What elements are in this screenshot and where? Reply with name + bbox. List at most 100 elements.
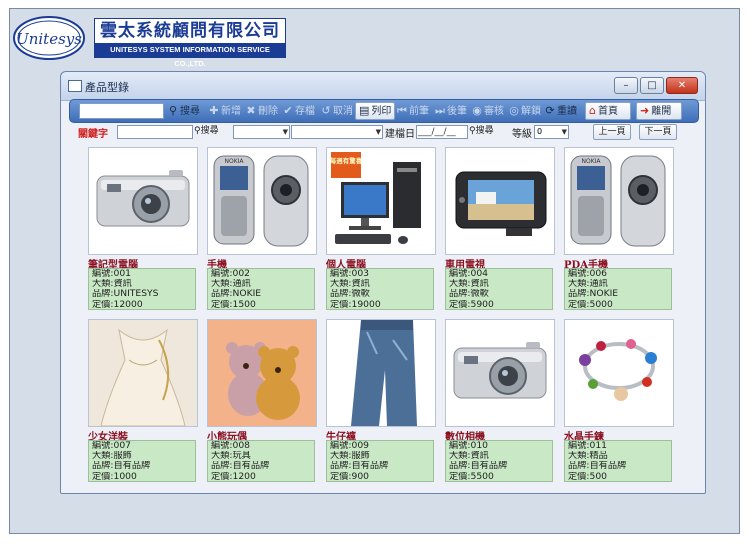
camera-icon bbox=[96, 170, 190, 227]
toolbar-search-input[interactable] bbox=[79, 103, 164, 119]
home-icon: ⌂ bbox=[589, 104, 596, 117]
product-card[interactable]: 小熊玩偶 編號:008 大類:玩具 品牌:自有品牌 定價:1200 bbox=[207, 319, 317, 484]
next-record-icon: ⏭ bbox=[435, 104, 445, 117]
date-input[interactable]: ___/__/__ bbox=[416, 125, 468, 139]
toolbar-print-button[interactable]: ▤ 列印 bbox=[355, 102, 395, 120]
product-info: 編號:001 大類:資訊 品牌:UNITESYS 定價:12000 bbox=[88, 268, 196, 310]
lock-icon: ◉ bbox=[472, 104, 482, 117]
toolbar: ⚲ 搜尋 ✚ 新增 ✖ 刪除 ✔ 存檔 ↺ 取消 ▤ 列印 ⏮ 前筆 ⏭ 後筆 ◉ 審核 ◎ 解鎖 … bbox=[69, 99, 699, 123]
company-english-name: UNITESYS SYSTEM INFORMATION SERVICE CO.,… bbox=[95, 43, 285, 68]
company-name: 雲太系統顧問有限公司 bbox=[100, 21, 280, 41]
unlock-icon: ◎ bbox=[509, 104, 519, 117]
product-card[interactable]: 少女洋裝 編號:007 大類:服飾 品牌:自有品牌 定價:1000 bbox=[88, 319, 198, 484]
mobile-phone-icon: NOKIA bbox=[213, 155, 309, 247]
product-image[interactable]: 每週有驚喜 bbox=[326, 147, 436, 255]
product-image[interactable] bbox=[564, 319, 674, 427]
product-image[interactable] bbox=[445, 147, 555, 255]
product-info: 編號:002 大類:通訊 品牌:NOKIE 定價:1500 bbox=[207, 268, 315, 310]
svg-text:每週有驚喜: 每週有驚喜 bbox=[330, 156, 363, 165]
search-icon: ⚲ bbox=[194, 126, 201, 136]
bracelet-icon bbox=[565, 320, 673, 426]
company-logo: Unitesys bbox=[13, 16, 85, 60]
product-card[interactable]: 數位相機 編號:010 大類:資訊 品牌:自有品牌 定價:5500 bbox=[445, 319, 555, 484]
undo-icon: ↺ bbox=[321, 104, 331, 117]
product-info: 編號:007 大類:服飾 品牌:自有品牌 定價:1000 bbox=[88, 440, 196, 482]
next-page-button[interactable]: 下一頁 bbox=[639, 124, 677, 140]
svg-text:Unitesys: Unitesys bbox=[16, 30, 82, 48]
toolbar-delete-button[interactable]: ✖ 刪除 bbox=[245, 103, 278, 119]
teddy-bear-icon bbox=[208, 320, 316, 426]
exit-icon: ➜ bbox=[640, 104, 650, 117]
product-card[interactable]: 牛仔褲 編號:009 大類:服飾 品牌:自有品牌 定價:900 bbox=[326, 319, 436, 484]
svg-text:NOKIA: NOKIA bbox=[581, 158, 601, 165]
product-info: 編號:006 大類:通訊 品牌:NOKIE 定價:5000 bbox=[564, 268, 672, 310]
product-image[interactable] bbox=[445, 319, 555, 427]
keyword-search-button[interactable]: ⚲搜尋 bbox=[194, 124, 231, 138]
company-banner: 雲太系統顧問有限公司 UNITESYS SYSTEM INFORMATION S… bbox=[94, 18, 286, 68]
refresh-icon: ⟳ bbox=[545, 104, 555, 117]
chevron-down-icon: ▼ bbox=[375, 128, 381, 136]
toolbar-unlock-button[interactable]: ◎ 解鎖 bbox=[508, 103, 541, 119]
product-info: 編號:009 大類:服飾 品牌:自有品牌 定價:900 bbox=[326, 440, 434, 482]
filter-bar: 關鍵字 ⚲搜尋 ▼ ▼ 建檔日 ___/__/__ ⚲搜尋 等級 0 ▼ 上一頁 … bbox=[61, 124, 705, 142]
level-label: 等級 bbox=[512, 129, 532, 140]
product-info: 編號:008 大類:玩具 品牌:自有品牌 定價:1200 bbox=[207, 440, 315, 482]
keyword-input[interactable] bbox=[117, 125, 193, 139]
search-icon: ⚲ bbox=[469, 126, 476, 136]
toolbar-cancel-button[interactable]: ↺ 取消 bbox=[320, 103, 353, 119]
svg-text:NOKIA: NOKIA bbox=[224, 158, 244, 165]
product-info: 編號:003 大類:資訊 品牌:微軟 定價:19000 bbox=[326, 268, 434, 310]
product-card[interactable]: NOKIA 手機 編號:002 大類:通訊 品牌:NOKIE 定價:1500 bbox=[207, 147, 317, 312]
toolbar-refresh-button[interactable]: ⟳ 重讀 bbox=[544, 103, 577, 119]
product-card[interactable]: 水晶手鍊 編號:011 大類:精品 品牌:自有品牌 定價:500 bbox=[564, 319, 674, 484]
category-select[interactable]: ▼ bbox=[233, 125, 290, 139]
plus-icon: ✚ bbox=[209, 104, 219, 117]
chevron-down-icon: ▼ bbox=[282, 128, 288, 136]
jeans-icon bbox=[327, 320, 435, 426]
window-title: 產品型錄 bbox=[85, 81, 129, 94]
desktop-pc-icon: 每週有驚喜 bbox=[330, 152, 421, 244]
level-select[interactable]: 0 ▼ bbox=[534, 125, 569, 139]
camera-icon bbox=[453, 342, 547, 399]
toolbar-add-button[interactable]: ✚ 新增 bbox=[208, 103, 241, 119]
keyword-label: 關鍵字 bbox=[78, 129, 108, 140]
printer-icon: ▤ bbox=[359, 104, 370, 117]
prev-page-button[interactable]: 上一頁 bbox=[593, 124, 631, 140]
product-info: 編號:011 大類:精品 品牌:自有品牌 定價:500 bbox=[564, 440, 672, 482]
product-info: 編號:004 大類:資訊 品牌:微軟 定價:5900 bbox=[445, 268, 553, 310]
toolbar-next-button[interactable]: ⏭ 後筆 bbox=[434, 103, 467, 119]
product-image[interactable] bbox=[88, 147, 198, 255]
window-icon bbox=[68, 80, 82, 92]
product-image[interactable] bbox=[326, 319, 436, 427]
date-search-button[interactable]: ⚲搜尋 bbox=[469, 124, 506, 138]
toolbar-audit-button[interactable]: ◉ 審核 bbox=[471, 103, 504, 119]
delete-icon: ✖ bbox=[246, 104, 256, 117]
close-button[interactable]: ✕ bbox=[666, 77, 698, 94]
product-card[interactable]: NOKIA PDA手機 編號:006 大類:通訊 品牌:NOKIE 定價:500… bbox=[564, 147, 674, 312]
dress-icon bbox=[89, 320, 197, 426]
toolbar-prev-button[interactable]: ⏮ 前筆 bbox=[396, 103, 429, 119]
toolbar-save-button[interactable]: ✔ 存檔 bbox=[282, 103, 315, 119]
toolbar-search-button[interactable]: ⚲ 搜尋 bbox=[167, 103, 200, 119]
product-card[interactable]: 車用電視 編號:004 大類:資訊 品牌:微軟 定價:5900 bbox=[445, 147, 555, 312]
product-image[interactable]: NOKIA bbox=[207, 147, 317, 255]
prev-record-icon: ⏮ bbox=[397, 104, 407, 117]
toolbar-exit-button[interactable]: ➜ 離開 bbox=[636, 102, 682, 120]
subcategory-select[interactable]: ▼ bbox=[291, 125, 383, 139]
product-image[interactable] bbox=[207, 319, 317, 427]
product-card[interactable]: 每週有驚喜 個人電腦 編號:003 大類:資訊 品牌:微軟 定價:19000 bbox=[326, 147, 436, 312]
check-icon: ✔ bbox=[283, 104, 293, 117]
product-grid: 筆記型電腦 編號:001 大類:資訊 品牌:UNITESYS 定價:12000 … bbox=[88, 147, 688, 487]
minimize-button[interactable]: – bbox=[614, 77, 638, 94]
toolbar-home-button[interactable]: ⌂ 首頁 bbox=[585, 102, 631, 120]
catalog-window: 產品型錄 – □ ✕ ⚲ 搜尋 ✚ 新增 ✖ 刪除 ✔ 存檔 ↺ 取消 ▤ 列印 ⏮ 前筆 ⏭… bbox=[60, 71, 706, 494]
title-bar[interactable]: 產品型錄 – □ ✕ bbox=[61, 72, 705, 101]
maximize-button[interactable]: □ bbox=[640, 77, 664, 94]
chevron-down-icon: ▼ bbox=[561, 128, 567, 136]
product-image[interactable]: NOKIA bbox=[564, 147, 674, 255]
product-card[interactable]: 筆記型電腦 編號:001 大類:資訊 品牌:UNITESYS 定價:12000 bbox=[88, 147, 198, 312]
mobile-phone-icon: NOKIA bbox=[570, 155, 666, 247]
product-info: 編號:010 大類:資訊 品牌:自有品牌 定價:5500 bbox=[445, 440, 553, 482]
car-tv-icon bbox=[455, 171, 547, 236]
product-image[interactable] bbox=[88, 319, 198, 427]
